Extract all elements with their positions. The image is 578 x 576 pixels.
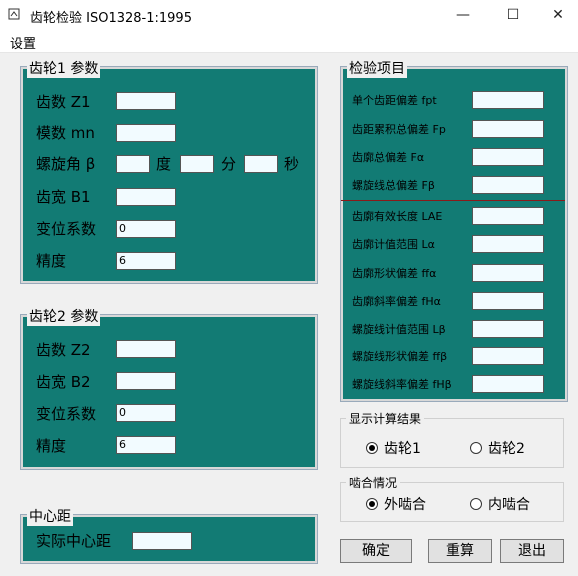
inspection-legend: 检验项目 xyxy=(347,58,407,78)
inspection-item: 单个齿距偏差 fpt xyxy=(352,94,437,107)
gear1-teeth-input[interactable] xyxy=(116,92,176,110)
gear1-shift-input[interactable]: 0 xyxy=(116,220,176,238)
inspection-item: 齿廓斜率偏差 fHα xyxy=(352,295,441,308)
close-button[interactable]: ✕ xyxy=(535,0,578,30)
radio-external-label: 外啮合 xyxy=(384,497,426,513)
gear1-helix-min-input[interactable] xyxy=(180,155,214,173)
fh-alpha-field[interactable] xyxy=(472,292,544,310)
gear1-module-label: 模数 mn xyxy=(36,124,95,142)
gear1-helix-deg-input[interactable] xyxy=(116,155,150,173)
radio-internal-label: 内啮合 xyxy=(488,497,530,513)
radio-gear1[interactable]: 齿轮1 xyxy=(366,438,421,458)
radio-unselected-icon xyxy=(470,442,482,454)
gear1-shift-label: 变位系数 xyxy=(36,220,97,238)
inspection-item: 齿距累积总偏差 Fp xyxy=(352,123,446,136)
exit-button[interactable]: 退出 xyxy=(500,539,564,563)
gear1-helix-sec-input[interactable] xyxy=(244,155,278,173)
lae-field[interactable] xyxy=(472,207,544,225)
gear2-precision-input[interactable]: 6 xyxy=(116,436,176,454)
fpt-field[interactable] xyxy=(472,91,544,109)
radio-internal-mesh[interactable]: 内啮合 xyxy=(470,494,530,514)
gear1-legend: 齿轮1 参数 xyxy=(27,58,101,78)
radio-selected-icon xyxy=(366,442,378,454)
gear1-width-label: 齿宽 B1 xyxy=(36,188,91,206)
radio-unselected-icon xyxy=(470,498,482,510)
inspection-item: 齿廓总偏差 Fα xyxy=(352,151,425,164)
gear2-width-input[interactable] xyxy=(116,372,176,390)
inspection-item: 螺旋线计值范围 Lβ xyxy=(352,323,446,336)
center-actual-label: 实际中心距 xyxy=(36,532,112,550)
radio-selected-icon xyxy=(366,498,378,510)
gear2-legend: 齿轮2 参数 xyxy=(27,306,101,326)
inspection-item: 螺旋线斜率偏差 fHβ xyxy=(352,378,452,391)
title-bar: 齿轮检验 ISO1328-1:1995 — ☐ ✕ xyxy=(0,0,578,30)
fp-field[interactable] xyxy=(472,120,544,138)
fh-beta-field[interactable] xyxy=(472,375,544,393)
center-actual-input[interactable] xyxy=(132,532,192,550)
gear2-shift-label: 变位系数 xyxy=(36,405,97,423)
app-icon xyxy=(8,8,20,20)
gear2-precision-label: 精度 xyxy=(36,437,67,455)
gear1-precision-input[interactable]: 6 xyxy=(116,252,176,270)
gear1-module-input[interactable] xyxy=(116,124,176,142)
ok-button[interactable]: 确定 xyxy=(340,539,412,563)
gear1-teeth-label: 齿数 Z1 xyxy=(36,93,91,111)
l-beta-field[interactable] xyxy=(472,320,544,338)
ff-alpha-field[interactable] xyxy=(472,264,544,282)
mesh-legend: 啮合情况 xyxy=(346,474,401,491)
inspection-item: 螺旋线形状偏差 ffβ xyxy=(352,350,448,363)
gear1-width-input[interactable] xyxy=(116,188,176,206)
gear2-shift-input[interactable]: 0 xyxy=(116,404,176,422)
maximize-button[interactable]: ☐ xyxy=(490,0,536,30)
gear2-width-label: 齿宽 B2 xyxy=(36,373,91,391)
second-unit: 秒 xyxy=(284,155,300,173)
gear1-helix-label: 螺旋角 β xyxy=(36,155,96,173)
l-alpha-field[interactable] xyxy=(472,235,544,253)
inspection-item: 齿廓计值范围 Lα xyxy=(352,238,435,251)
menu-bar: 设置 xyxy=(0,30,578,53)
gear2-teeth-label: 齿数 Z2 xyxy=(36,341,91,359)
gear2-teeth-input[interactable] xyxy=(116,340,176,358)
radio-gear2-label: 齿轮2 xyxy=(488,441,525,457)
minute-unit: 分 xyxy=(221,155,237,173)
minimize-button[interactable]: — xyxy=(440,0,486,30)
menu-settings[interactable]: 设置 xyxy=(10,33,36,52)
display-legend: 显示计算结果 xyxy=(346,410,425,427)
ff-beta-field[interactable] xyxy=(472,347,544,365)
section-divider xyxy=(341,200,565,201)
degree-unit: 度 xyxy=(156,155,172,173)
f-beta-field[interactable] xyxy=(472,176,544,194)
center-legend: 中心距 xyxy=(27,506,73,526)
reset-button[interactable]: 重算 xyxy=(428,539,492,563)
f-alpha-field[interactable] xyxy=(472,148,544,166)
gear1-precision-label: 精度 xyxy=(36,252,67,270)
inspection-item: 螺旋线总偏差 Fβ xyxy=(352,179,435,192)
inspection-item: 齿廓有效长度 LAE xyxy=(352,210,443,223)
radio-external-mesh[interactable]: 外啮合 xyxy=(366,494,426,514)
radio-gear2[interactable]: 齿轮2 xyxy=(470,438,525,458)
inspection-item: 齿廓形状偏差 ffα xyxy=(352,267,437,280)
radio-gear1-label: 齿轮1 xyxy=(384,441,421,457)
window-title: 齿轮检验 ISO1328-1:1995 xyxy=(30,11,192,26)
